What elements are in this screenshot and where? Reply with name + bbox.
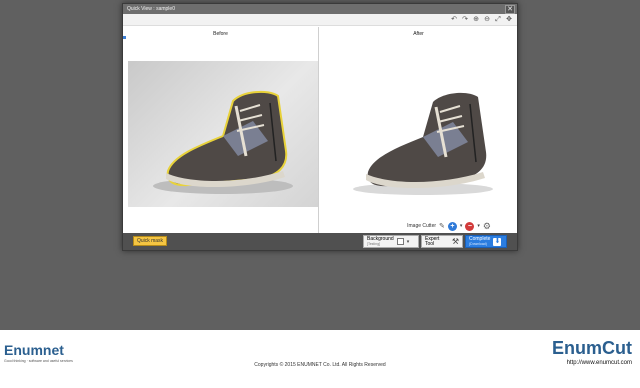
close-button[interactable]: ✕ <box>505 5 515 14</box>
expert-tool-label: Expert Tool <box>425 235 440 247</box>
window-titlebar: Quick View : sample0 ✕ <box>123 4 517 14</box>
after-pane: After Image Cutter ✎ + ▾ − ▾ ⚙ <box>320 27 517 233</box>
pane-marker <box>123 36 126 39</box>
after-image[interactable] <box>328 57 513 207</box>
undo-icon[interactable]: ↶ <box>450 16 458 24</box>
copyright-text: Copyrights © 2015 ENUMNET Co. Ltd. All R… <box>254 362 386 368</box>
gear-icon[interactable]: ⚙ <box>483 221 491 231</box>
zoom-in-icon[interactable]: ⊕ <box>472 16 480 24</box>
view-toolbar: ↶ ↷ ⊕ ⊖ ⤢ ✥ <box>123 14 517 26</box>
enumcut-brand: EnumCut <box>552 338 632 358</box>
before-label: Before <box>213 31 228 37</box>
expert-tool-button[interactable]: Expert Tool ⚒ <box>421 235 463 248</box>
after-label: After <box>413 31 424 37</box>
modal-footer: Quick mask Background [Testing] ▾ Expert… <box>123 233 517 250</box>
fit-icon[interactable]: ⤢ <box>494 16 502 24</box>
window-title: Quick View : sample0 <box>127 6 175 12</box>
complete-sub-label: (Download) <box>469 242 487 246</box>
remove-area-dropdown-icon[interactable]: ▾ <box>477 223 480 229</box>
complete-download-button[interactable]: Complete (Download) ⬇ <box>465 235 507 248</box>
quick-mask-button[interactable]: Quick mask <box>133 236 167 246</box>
shoe-before-graphic <box>153 90 293 194</box>
background-dropdown-icon[interactable]: ▾ <box>407 239 410 245</box>
zoom-out-icon[interactable]: ⊖ <box>483 16 491 24</box>
quick-view-window: Quick View : sample0 ✕ ↶ ↷ ⊕ ⊖ ⤢ ✥ Befor… <box>122 3 518 251</box>
add-area-dropdown-icon[interactable]: ▾ <box>460 223 463 229</box>
download-icon: ⬇ <box>493 237 502 246</box>
site-footer: Enumnet Good thinking · software and use… <box>0 330 640 388</box>
image-cutter-label: Image Cutter <box>407 223 437 229</box>
add-area-button[interactable]: + <box>447 221 457 231</box>
before-pane: Before <box>123 27 319 233</box>
redo-icon[interactable]: ↷ <box>461 16 469 24</box>
background-button[interactable]: Background [Testing] ▾ <box>363 235 419 248</box>
before-image[interactable] <box>128 61 318 207</box>
remove-area-button[interactable]: − <box>465 221 475 231</box>
complete-text: Complete (Download) <box>469 237 490 247</box>
shoe-after-graphic <box>353 92 493 195</box>
image-cutter-bar: Image Cutter ✎ + ▾ − ▾ ⚙ <box>407 220 491 232</box>
move-icon[interactable]: ✥ <box>505 16 513 24</box>
pen-icon[interactable]: ✎ <box>439 222 445 230</box>
background-sub-label: [Testing] <box>367 242 381 246</box>
tools-icon: ⚒ <box>451 237 459 246</box>
enumcut-logo: EnumCut http://www.enumcut.com <box>552 338 632 366</box>
enumnet-logo: Enumnet Good thinking · software and use… <box>4 342 73 363</box>
background-swatch-icon <box>396 238 404 245</box>
background-text: Background [Testing] <box>367 237 394 247</box>
comparison-panes: Before After Image Cutter ✎ + ▾ − ▾ ⚙ <box>123 27 517 233</box>
enumcut-url[interactable]: http://www.enumcut.com <box>552 360 632 366</box>
enumnet-brand: Enumnet <box>4 342 64 358</box>
